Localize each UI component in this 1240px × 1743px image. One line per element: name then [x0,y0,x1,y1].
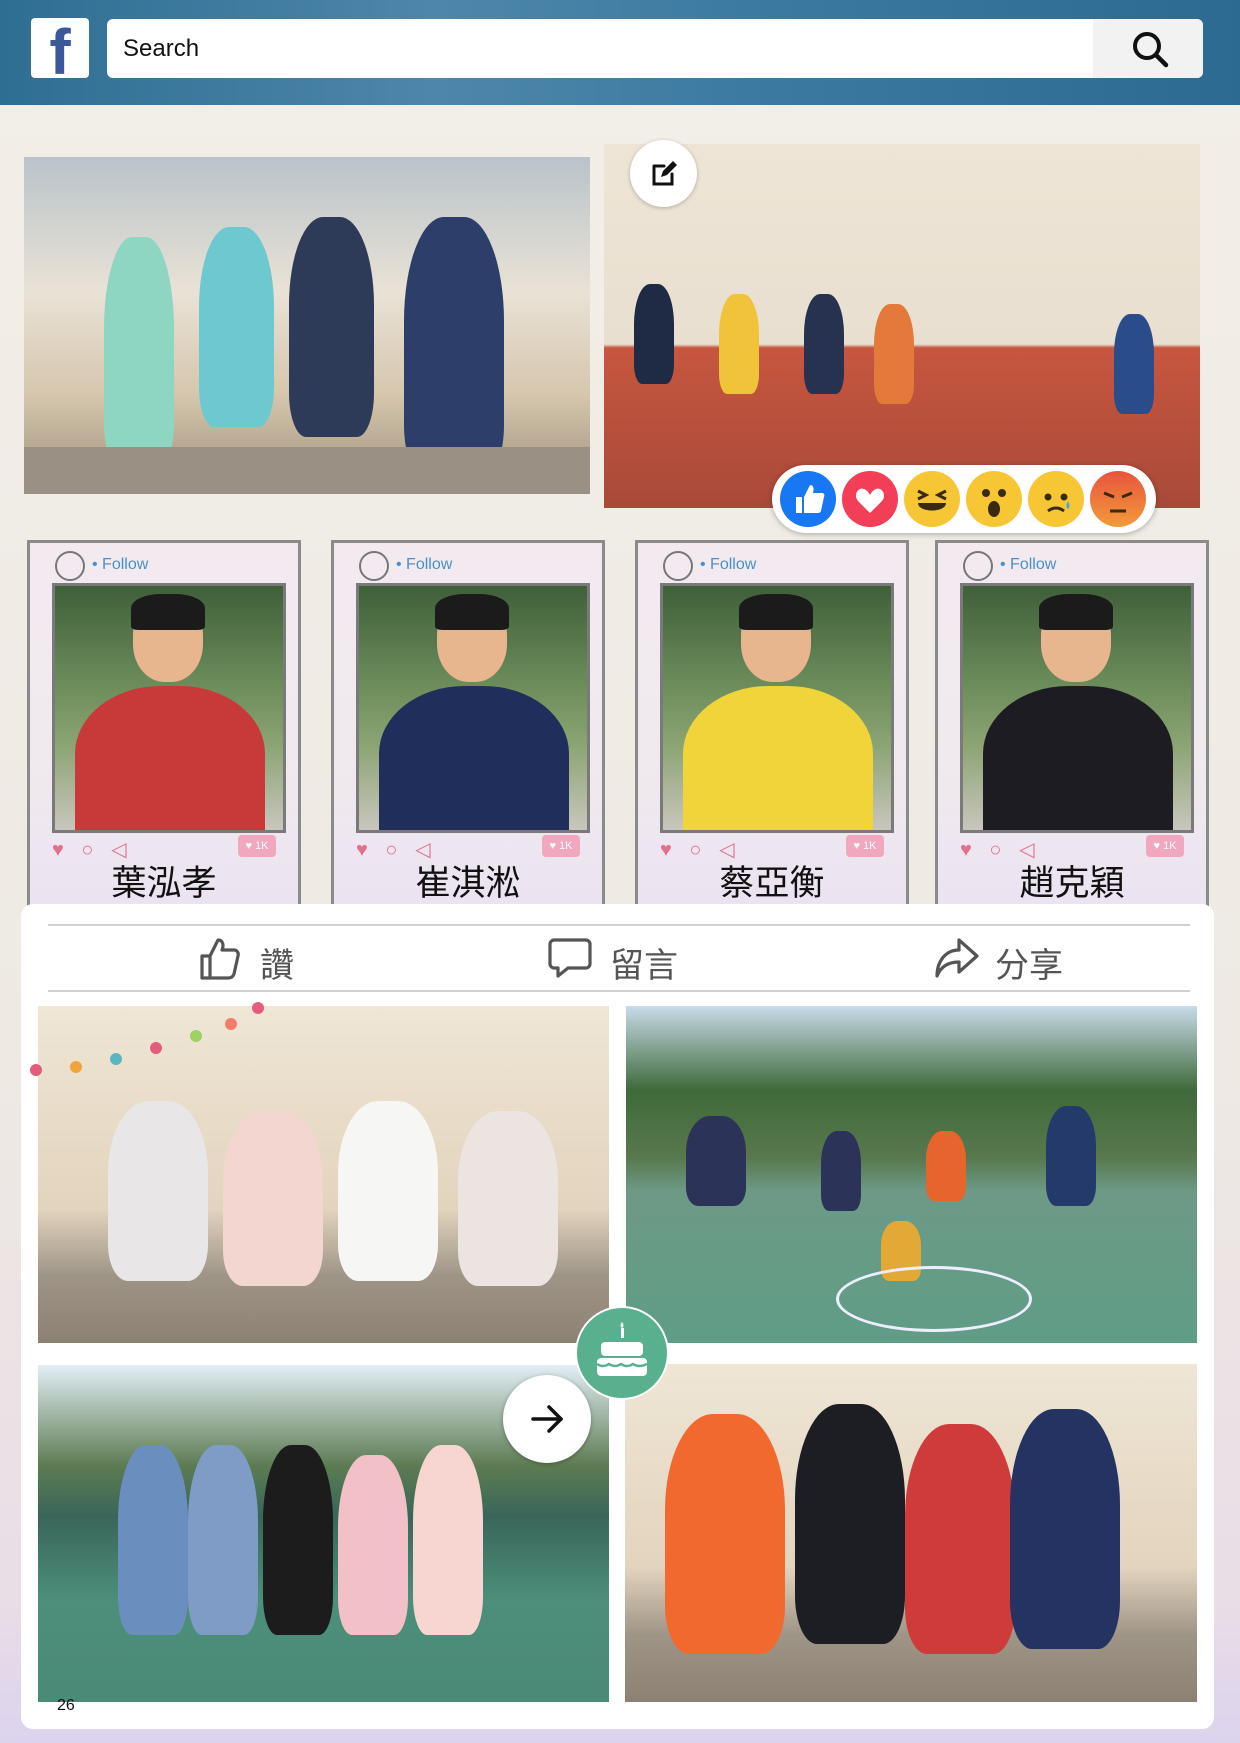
follow-link[interactable]: • Follow [700,556,756,574]
like-button[interactable]: 讚 [198,932,348,986]
profile-photo [356,583,590,833]
profile-card: • Follow ♥ ○ ◁ ♥ 1K 趙克穎 [935,540,1209,912]
likes-badge: ♥ 1K [542,835,580,857]
divider [48,990,1190,992]
share-icon [935,938,979,978]
likes-badge: ♥ 1K [1146,835,1184,857]
wow-reaction[interactable] [966,471,1022,527]
divider [48,924,1190,926]
profile-photo [52,583,286,833]
reaction-bar [772,465,1156,533]
comment-icon [548,938,592,978]
haha-reaction[interactable] [904,471,960,527]
bunting-decoration [110,1053,122,1065]
profile-photo [960,583,1194,833]
group-photo-girls-sitting [24,157,590,494]
follow-link[interactable]: • Follow [396,556,452,574]
profile-name: 葉泓孝 [111,864,217,904]
follow-link[interactable]: • Follow [92,556,148,574]
top-bar: f [0,0,1240,105]
bunting-decoration [190,1030,202,1042]
avatar [963,551,993,581]
photo-heart-hands [38,1006,609,1343]
profile-card: • Follow ♥ ○ ◁ ♥ 1K 崔淇淞 [331,540,605,912]
profile-card: • Follow ♥ ○ ◁ ♥ 1K 蔡亞衡 [635,540,909,912]
sad-reaction[interactable] [1028,471,1084,527]
comment-button[interactable]: 留言 [548,932,748,986]
likes-badge: ♥ 1K [238,835,276,857]
angry-reaction[interactable] [1090,471,1146,527]
share-label: 分享 [995,946,1063,986]
like-reaction[interactable] [780,471,836,527]
birthday-cake-button[interactable] [575,1306,669,1400]
facebook-logo[interactable]: f [31,18,89,84]
bunting-decoration [150,1042,162,1054]
share-button[interactable]: 分享 [933,932,1133,986]
arrow-right-icon [531,1405,563,1433]
profile-card: • Follow ♥ ○ ◁ ♥ 1K 葉泓孝 [27,540,301,912]
group-photo-boys-dancing [604,144,1200,508]
search-bar [107,19,1203,78]
edit-button[interactable] [630,140,697,207]
bunting-decoration [225,1018,237,1030]
edit-icon [652,161,677,186]
bunting-decoration [30,1064,42,1076]
next-button[interactable] [503,1375,591,1463]
profile-name: 趙克穎 [1019,864,1125,904]
likes-badge: ♥ 1K [846,835,884,857]
search-input[interactable] [121,31,1025,67]
magnifier-icon [1133,32,1169,68]
photo-boys-sitting [625,1364,1197,1702]
photo-jumping-boys [626,1006,1197,1343]
follow-link[interactable]: • Follow [1000,556,1056,574]
profile-photo [660,583,894,833]
avatar [663,551,693,581]
bunting-decoration [70,1061,82,1073]
profile-name: 蔡亞衡 [719,864,825,904]
bunting-decoration [252,1002,264,1014]
thumbs-up-icon [200,938,240,980]
search-button[interactable] [1093,19,1203,78]
love-reaction[interactable] [842,471,898,527]
avatar [359,551,389,581]
birthday-cake-icon [596,1322,648,1376]
profile-name: 崔淇淞 [415,864,521,904]
avatar [55,551,85,581]
like-label: 讚 [260,946,294,986]
comment-label: 留言 [610,946,678,986]
page-number: 26 [57,1697,75,1714]
